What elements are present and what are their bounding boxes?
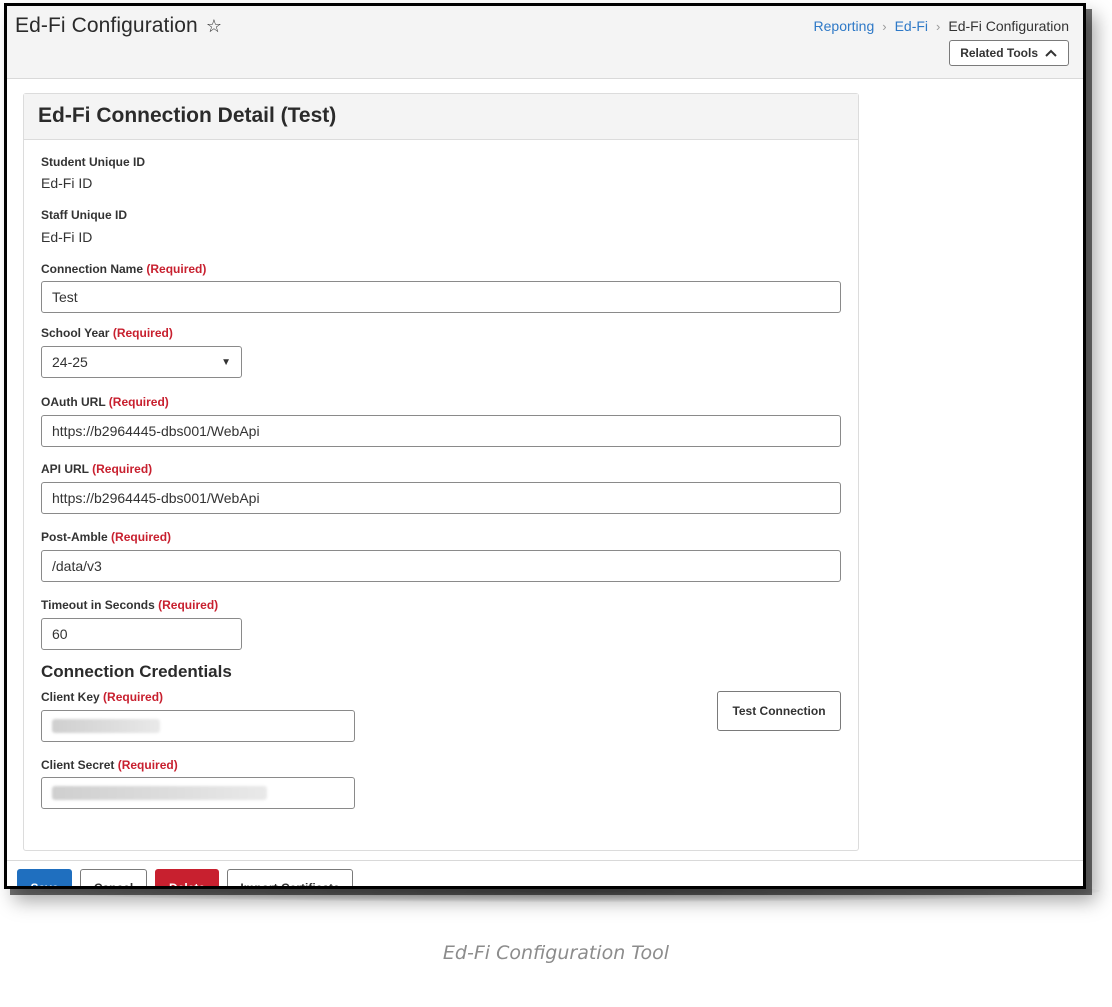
- post-amble-label: Post-Amble (Required): [41, 530, 171, 544]
- connection-credentials-title: Connection Credentials: [41, 662, 232, 681]
- timeout-value: 60: [52, 626, 68, 642]
- staff-unique-id-value: Ed-Fi ID: [41, 229, 93, 245]
- save-button[interactable]: Save: [17, 869, 72, 886]
- connection-name-value: Test: [52, 289, 78, 305]
- test-connection-button[interactable]: Test Connection: [717, 691, 841, 731]
- connection-name-input[interactable]: Test: [41, 281, 841, 313]
- post-amble-label-text: Post-Amble: [41, 530, 108, 544]
- required-tag: (Required): [112, 326, 173, 340]
- school-year-select[interactable]: 24-25 ▼: [41, 346, 242, 378]
- post-amble-value: /data/v3: [52, 558, 102, 574]
- caret-down-icon: ▼: [221, 356, 231, 368]
- breadcrumb-reporting[interactable]: Reporting: [814, 18, 875, 34]
- star-icon[interactable]: ☆: [206, 16, 222, 37]
- breadcrumb-ed-fi[interactable]: Ed-Fi: [895, 18, 928, 34]
- redacted-value: [52, 786, 267, 800]
- related-tools-label: Related Tools: [960, 46, 1038, 60]
- timeout-input[interactable]: 60: [41, 618, 242, 650]
- post-amble-input[interactable]: /data/v3: [41, 550, 841, 582]
- action-bar: Save Cancel Delete Import Certificate: [7, 860, 1083, 886]
- connection-detail-panel: Ed-Fi Connection Detail (Test) Student U…: [23, 93, 859, 851]
- api-url-label-text: API URL: [41, 462, 89, 476]
- required-tag: (Required): [146, 262, 207, 276]
- breadcrumb-current: Ed-Fi Configuration: [948, 18, 1069, 34]
- required-tag: (Required): [103, 690, 164, 704]
- page-title: Ed-Fi Configuration ☆: [15, 14, 222, 38]
- client-secret-label-text: Client Secret: [41, 758, 115, 772]
- client-secret-input[interactable]: [41, 777, 355, 809]
- import-certificate-button[interactable]: Import Certificate: [227, 869, 353, 886]
- client-key-label: Client Key (Required): [41, 690, 163, 704]
- related-tools-button[interactable]: Related Tools: [949, 40, 1069, 66]
- client-key-input[interactable]: [41, 710, 355, 742]
- staff-unique-id-label: Staff Unique ID: [41, 208, 127, 222]
- connection-name-label-text: Connection Name: [41, 262, 144, 276]
- oauth-url-value: https://b2964445-dbs001/WebApi: [52, 423, 260, 439]
- delete-button[interactable]: Delete: [155, 869, 219, 886]
- required-tag: (Required): [111, 530, 172, 544]
- client-secret-label: Client Secret (Required): [41, 758, 178, 772]
- figure-caption: Ed-Fi Configuration Tool: [442, 942, 670, 964]
- required-tag: (Required): [108, 395, 169, 409]
- oauth-url-label: OAuth URL (Required): [41, 395, 169, 409]
- breadcrumb: Reporting › Ed-Fi › Ed-Fi Configuration: [814, 18, 1069, 34]
- chevron-up-icon: [1045, 49, 1057, 57]
- school-year-label: School Year (Required): [41, 326, 173, 340]
- redacted-value: [52, 719, 160, 733]
- required-tag: (Required): [117, 758, 178, 772]
- cancel-button[interactable]: Cancel: [80, 869, 147, 886]
- required-tag: (Required): [92, 462, 153, 476]
- student-unique-id-label: Student Unique ID: [41, 155, 145, 169]
- page-header: Ed-Fi Configuration ☆ Reporting › Ed-Fi …: [7, 6, 1083, 79]
- api-url-input[interactable]: https://b2964445-dbs001/WebApi: [41, 482, 841, 514]
- api-url-label: API URL (Required): [41, 462, 152, 476]
- school-year-value: 24-25: [52, 354, 88, 370]
- connection-name-label: Connection Name (Required): [41, 262, 206, 276]
- chevron-right-icon: ›: [882, 18, 887, 34]
- panel-title: Ed-Fi Connection Detail (Test): [24, 94, 858, 140]
- client-key-label-text: Client Key: [41, 690, 100, 704]
- page-title-text: Ed-Fi Configuration: [15, 14, 198, 37]
- app-window: Ed-Fi Configuration ☆ Reporting › Ed-Fi …: [4, 3, 1086, 889]
- oauth-url-label-text: OAuth URL: [41, 395, 106, 409]
- required-tag: (Required): [158, 598, 219, 612]
- oauth-url-input[interactable]: https://b2964445-dbs001/WebApi: [41, 415, 841, 447]
- timeout-label: Timeout in Seconds (Required): [41, 598, 218, 612]
- chevron-right-icon: ›: [936, 18, 941, 34]
- school-year-label-text: School Year: [41, 326, 110, 340]
- timeout-label-text: Timeout in Seconds: [41, 598, 155, 612]
- student-unique-id-value: Ed-Fi ID: [41, 175, 93, 191]
- api-url-value: https://b2964445-dbs001/WebApi: [52, 490, 260, 506]
